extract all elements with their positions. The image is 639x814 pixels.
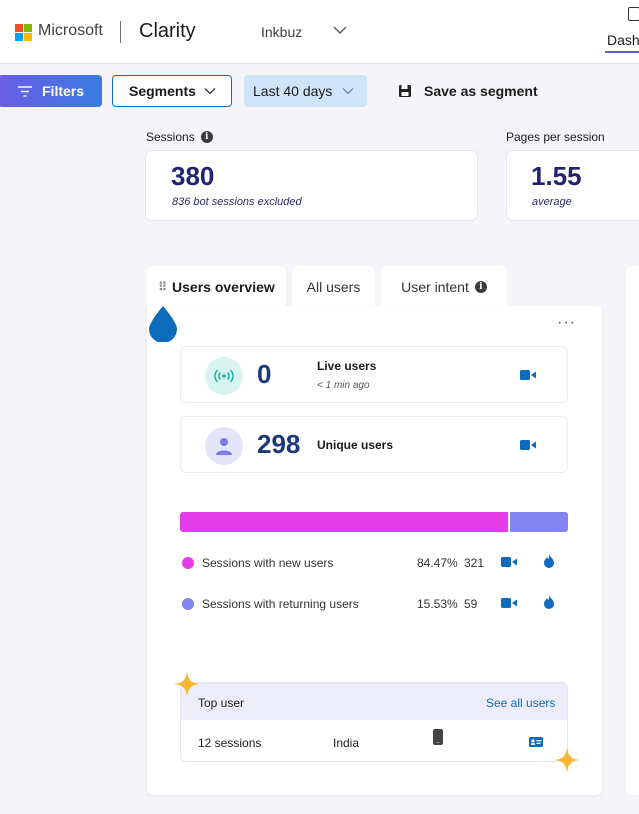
pages-per-session-sub: average [532, 196, 572, 208]
top-user-country: India [333, 736, 360, 750]
more-options-button[interactable]: ··· [557, 314, 576, 332]
sparkle-icon [174, 671, 200, 697]
sessions-card: 380 836 bot sessions excluded [145, 150, 478, 221]
active-tab-indicator [605, 51, 639, 53]
filter-lines-icon [18, 85, 32, 97]
top-bar: Microsoft Clarity Inkbuz Dash [0, 0, 639, 64]
new-users-bar [180, 512, 508, 532]
sparkle-icon [554, 747, 580, 773]
flame-icon[interactable] [543, 554, 555, 568]
top-user-sessions: 12 sessions [198, 736, 262, 750]
pages-per-session-value: 1.55 [531, 161, 582, 191]
live-users-label: Live users [317, 359, 377, 373]
tab-users-overview[interactable]: ⠿ Users overview [147, 266, 286, 308]
floppy-disk-icon [399, 85, 411, 97]
unique-users-count: 298 [257, 429, 301, 459]
save-as-segment-label: Save as segment [424, 83, 538, 99]
tab-users-overview-label: Users overview [172, 279, 275, 295]
video-camera-icon[interactable] [501, 557, 517, 567]
mobile-phone-icon [433, 729, 443, 745]
filters-button[interactable]: Filters [0, 75, 102, 107]
chevron-down-icon [204, 88, 216, 95]
filters-label: Filters [42, 83, 85, 99]
tab-user-intent[interactable]: User intent i [381, 266, 507, 308]
legend-count: 59 [464, 597, 478, 611]
segments-label: Segments [129, 83, 196, 99]
chevron-down-icon[interactable] [333, 25, 347, 35]
tab-dashboard[interactable]: Dash [607, 32, 639, 48]
date-range-label: Last 40 days [253, 83, 333, 99]
video-camera-icon[interactable] [501, 598, 517, 608]
pages-per-session-label: Pages per session [506, 130, 605, 144]
flame-icon[interactable] [543, 595, 555, 609]
info-icon[interactable]: i [474, 281, 487, 293]
video-camera-icon[interactable] [520, 440, 536, 450]
brand-name: Microsoft [38, 22, 103, 39]
legend-label: Sessions with returning users [202, 597, 359, 611]
tab-user-intent-label: User intent [401, 279, 469, 295]
returning-users-bar [510, 512, 568, 532]
pages-per-session-card: 1.55 average [506, 150, 639, 221]
live-users-count: 0 [257, 359, 272, 389]
live-users-card[interactable]: 0 Live users < 1 min ago [180, 346, 568, 403]
chevron-down-icon [342, 88, 354, 95]
live-users-time: < 1 min ago [317, 380, 370, 391]
sessions-value: 380 [171, 161, 215, 191]
legend-label: Sessions with new users [202, 556, 334, 570]
sessions-label-text: Sessions [146, 130, 195, 144]
save-as-segment-button[interactable]: Save as segment [398, 75, 538, 107]
microsoft-logo-icon [15, 24, 32, 41]
pages-per-session-label-text: Pages per session [506, 130, 605, 144]
tab-all-users[interactable]: All users [292, 266, 375, 308]
legend-percent: 15.53% [417, 597, 458, 611]
legend-percent: 84.47% [417, 556, 458, 570]
top-user-panel: Top user See all users 12 sessions India [180, 682, 568, 762]
legend-count: 321 [464, 556, 485, 570]
segments-dropdown[interactable]: Segments [112, 75, 232, 107]
see-all-users-link[interactable]: See all users [486, 696, 555, 710]
adjacent-card [626, 266, 639, 795]
legend-row-returning-users: Sessions with returning users 15.53% 59 [182, 595, 568, 613]
unique-users-label: Unique users [317, 438, 394, 452]
broadcast-icon [205, 357, 243, 395]
legend-dot [182, 557, 194, 569]
date-range-dropdown[interactable]: Last 40 days [244, 75, 367, 107]
divider [120, 21, 121, 43]
tab-all-users-label: All users [306, 279, 361, 295]
bot-sessions-note: 836 bot sessions excluded [172, 196, 302, 208]
dashboard-icon[interactable] [628, 7, 639, 21]
legend-dot [182, 598, 194, 610]
drop-pin-icon [149, 306, 177, 342]
contact-card-icon[interactable] [529, 737, 543, 747]
drag-handle-icon[interactable]: ⠿ [158, 280, 167, 294]
top-user-title: Top user [198, 696, 245, 710]
project-selector-label[interactable]: Inkbuz [261, 24, 302, 40]
legend-row-new-users: Sessions with new users 84.47% 321 [182, 554, 568, 572]
person-icon [205, 427, 243, 465]
info-icon[interactable]: i [200, 131, 213, 143]
unique-users-card[interactable]: 298 Unique users [180, 416, 568, 473]
sessions-metric-label: Sessions i [146, 130, 213, 144]
product-name[interactable]: Clarity [139, 20, 196, 43]
video-camera-icon[interactable] [520, 370, 536, 380]
